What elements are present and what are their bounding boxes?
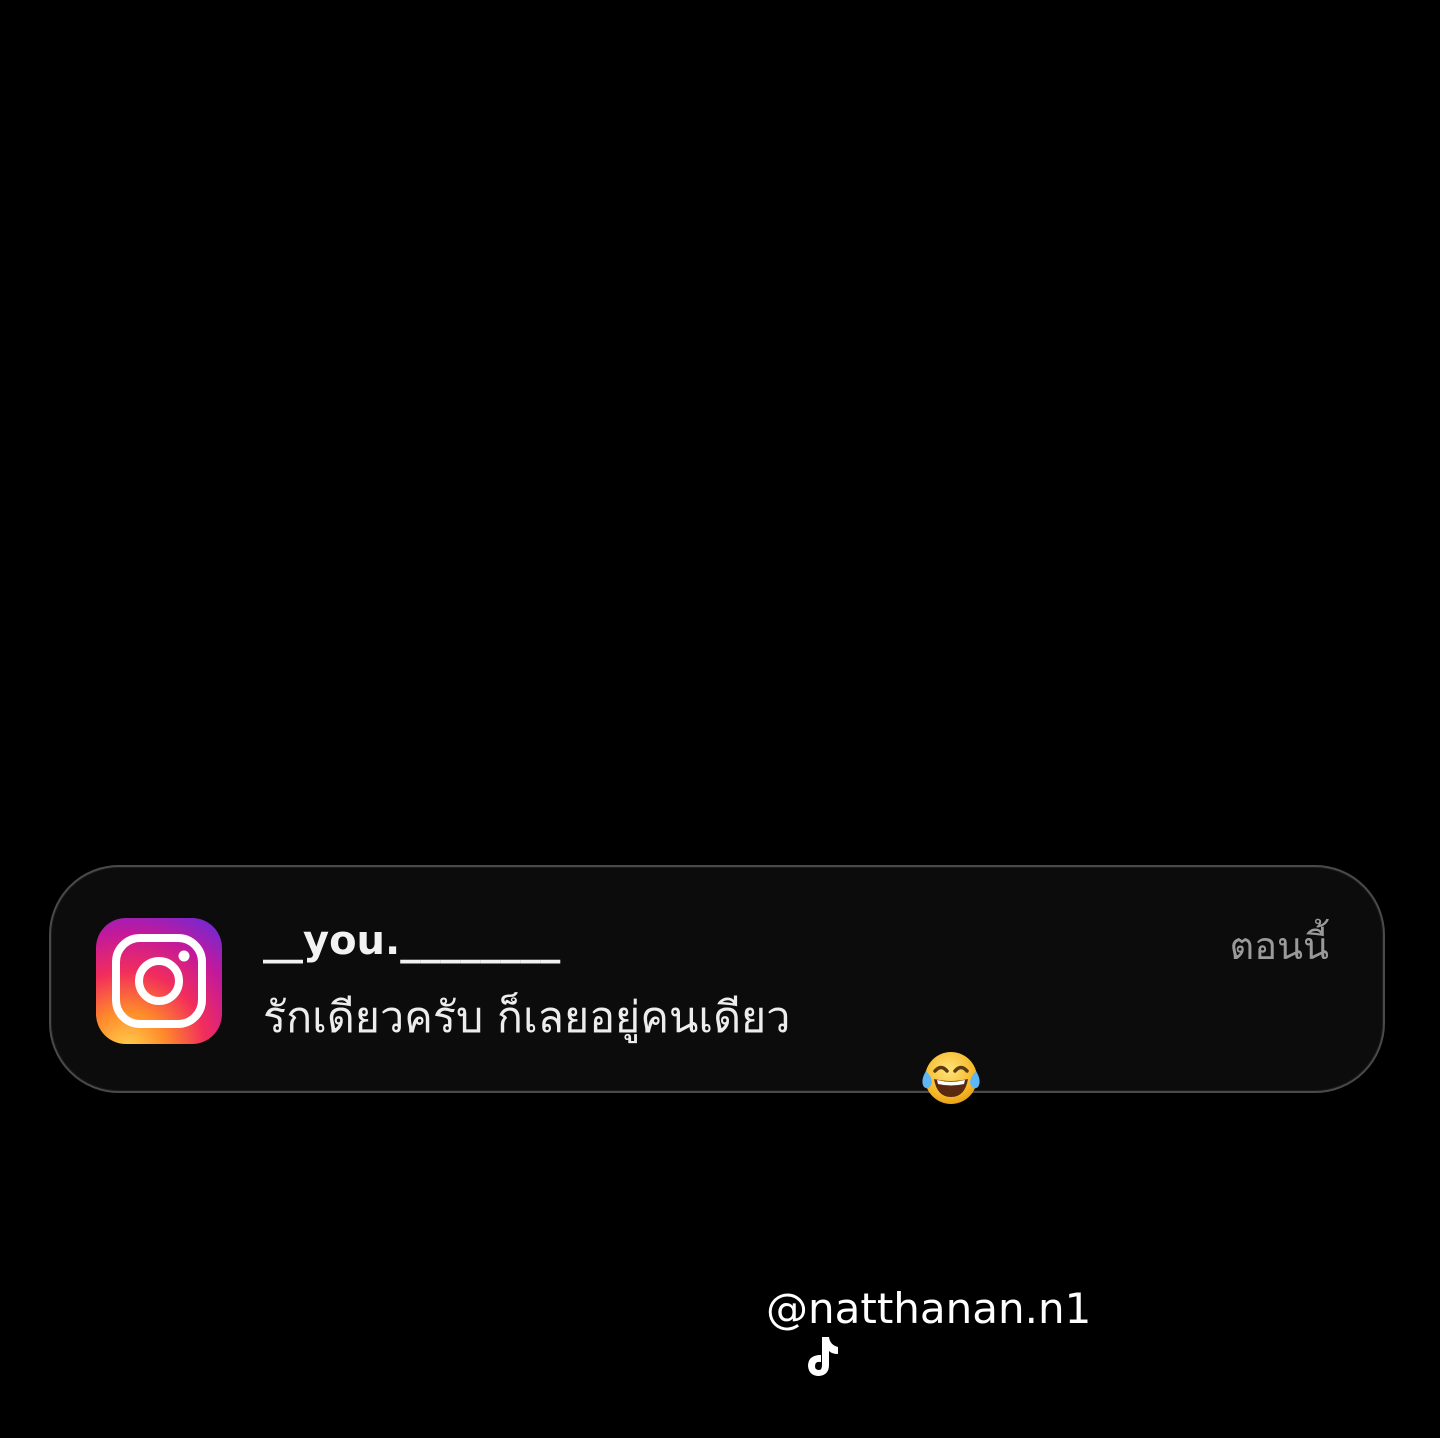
notification-message-row: รักเดียวครับ ก็เลยอยู่คนเดียว xyxy=(263,987,980,1104)
face-with-tears-of-joy-icon xyxy=(810,987,980,1104)
instagram-icon xyxy=(96,918,222,1044)
tiktok-watermark: @natthanan.n1 xyxy=(722,1278,1092,1376)
tiktok-handle: @natthanan.n1 xyxy=(766,1283,1092,1333)
notification-message: รักเดียวครับ ก็เลยอยู่คนเดียว xyxy=(263,993,791,1043)
instagram-notification-banner[interactable]: __you.________ ตอนนี้ รักเดียวครับ ก็เลย… xyxy=(49,865,1385,1104)
notification-sender: __you.________ xyxy=(263,918,561,964)
screen: __you.________ ตอนนี้ รักเดียวครับ ก็เลย… xyxy=(0,0,1440,1376)
tiktok-icon xyxy=(722,1286,839,1376)
notification-timestamp: ตอนนี้ xyxy=(1229,924,1329,968)
